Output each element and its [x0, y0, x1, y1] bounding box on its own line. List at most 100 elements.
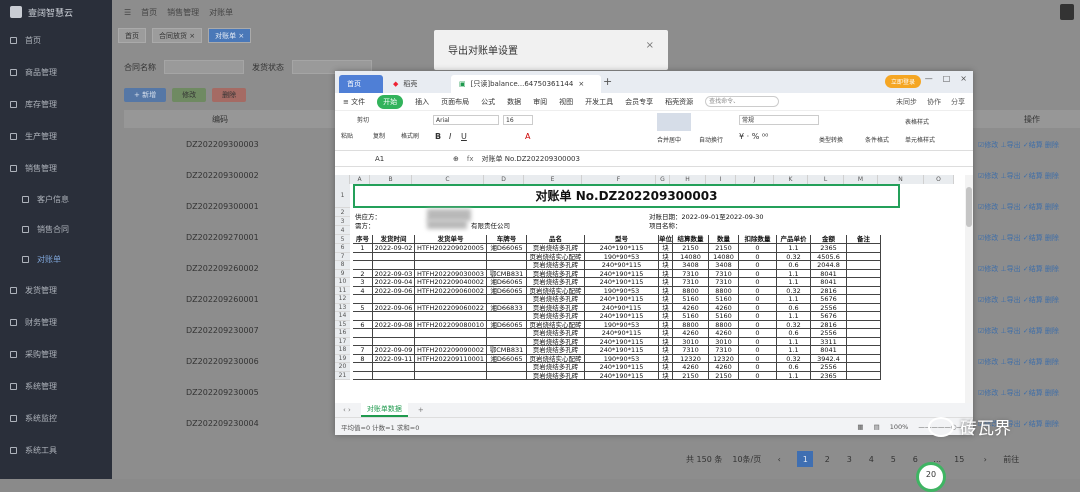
floating-badge[interactable]: 20 — [916, 462, 946, 492]
data-cell[interactable] — [847, 329, 881, 338]
data-cell[interactable] — [487, 312, 527, 321]
data-cell[interactable]: 页岩烧结多孔砖 — [527, 371, 585, 380]
data-cell[interactable]: 0.32 — [777, 252, 811, 261]
data-cell[interactable]: 页岩烧结多孔砖 — [527, 295, 585, 304]
sidebar-item-12[interactable]: 系统监控 — [0, 402, 112, 434]
currency-icon[interactable]: ¥ · % ⁰⁰ — [739, 132, 768, 141]
sidebar-item-4[interactable]: 销售管理 — [0, 152, 112, 184]
data-cell[interactable]: 0 — [739, 295, 777, 304]
row-header-1[interactable]: 1 — [335, 184, 350, 208]
minimize-icon[interactable]: — — [925, 74, 933, 83]
prev-page-button[interactable]: ‹ — [771, 451, 787, 467]
data-cell[interactable]: 1.1 — [777, 295, 811, 304]
row-actions[interactable]: ☑修改 ⊥导出 ✓结算 删除 — [978, 140, 1078, 171]
wps-menu-5[interactable]: 数据 — [507, 97, 521, 107]
sheet-nav-icon[interactable]: ‹ › — [343, 406, 351, 414]
data-cell[interactable]: 2044.8 — [811, 261, 847, 270]
page-15[interactable]: 15 — [951, 451, 967, 467]
font-color-icon[interactable]: A — [525, 132, 530, 141]
wps-menu-0[interactable]: ≡ 文件 — [343, 97, 365, 107]
wps-tab-docer[interactable]: ◆ 稻壳 — [385, 75, 447, 93]
data-cell[interactable] — [487, 261, 527, 270]
data-cell[interactable]: 2365 — [811, 244, 847, 253]
data-cell[interactable]: 240*190*115 — [585, 278, 659, 287]
select-all-corner[interactable] — [335, 175, 350, 184]
data-cell[interactable]: 240*190*115 — [585, 244, 659, 253]
add-sheet-icon[interactable]: + — [418, 406, 424, 414]
data-cell[interactable] — [487, 337, 527, 346]
data-cell[interactable] — [415, 363, 487, 372]
column-header-L[interactable]: L — [808, 175, 844, 184]
sidebar-item-1[interactable]: 商品管理 — [0, 56, 112, 88]
data-cell[interactable]: 8800 — [673, 286, 709, 295]
data-cell[interactable] — [847, 303, 881, 312]
wps-tab-home[interactable]: 首页 — [339, 75, 383, 93]
data-cell[interactable] — [847, 286, 881, 295]
data-cell[interactable]: 2556 — [811, 303, 847, 312]
data-cell[interactable] — [847, 295, 881, 304]
data-cell[interactable]: 0 — [739, 244, 777, 253]
data-cell[interactable]: 2022-09-06 — [373, 303, 415, 312]
data-cell[interactable] — [487, 252, 527, 261]
zoom-level[interactable]: 100% — [890, 423, 909, 431]
data-cell[interactable]: 7310 — [673, 346, 709, 355]
data-cell[interactable]: 240*190*115 — [585, 337, 659, 346]
close-icon[interactable]: × — [646, 40, 654, 51]
row-actions[interactable]: ☑修改 ⊥导出 ✓结算 删除 — [978, 233, 1078, 264]
data-cell[interactable]: 3408 — [673, 261, 709, 270]
data-cell[interactable]: 页岩烧结多孔砖 — [527, 346, 585, 355]
data-cell[interactable] — [847, 363, 881, 372]
data-cell[interactable]: 0 — [739, 278, 777, 287]
data-cell[interactable]: 240*190*115 — [585, 363, 659, 372]
data-cell[interactable]: 0 — [739, 320, 777, 329]
data-cell[interactable]: 1.1 — [777, 337, 811, 346]
data-cell[interactable]: 块 — [659, 312, 673, 321]
data-cell[interactable]: 5676 — [811, 312, 847, 321]
close-window-icon[interactable]: × — [960, 74, 967, 83]
cut-button[interactable]: 剪切 — [357, 115, 369, 124]
data-cell[interactable]: 8800 — [673, 320, 709, 329]
data-cell[interactable]: 190*90*53 — [585, 320, 659, 329]
conditional-format-button[interactable]: 条件格式 — [865, 135, 889, 144]
data-cell[interactable]: 240*90*115 — [585, 261, 659, 270]
row-header-9[interactable]: 9 — [335, 269, 350, 278]
wps-menu-1[interactable]: 开始 — [377, 94, 404, 109]
next-page-button[interactable]: › — [977, 451, 993, 467]
column-header-E[interactable]: E — [524, 175, 582, 184]
data-cell[interactable]: 0.32 — [777, 354, 811, 363]
data-cell[interactable] — [415, 261, 487, 270]
data-cell[interactable]: 页岩烧结多孔砖 — [527, 261, 585, 270]
wps-menu-right-2[interactable]: 分享 — [951, 97, 965, 107]
page-4[interactable]: 4 — [863, 451, 879, 467]
wps-menu-9[interactable]: 会员专享 — [625, 97, 653, 107]
data-cell[interactable]: 0.32 — [777, 286, 811, 295]
command-search-input[interactable]: 查找命令、 — [705, 96, 780, 107]
data-cell[interactable]: 12320 — [673, 354, 709, 363]
row-header-10[interactable]: 10 — [335, 278, 350, 287]
data-cell[interactable]: 湘D66065 — [487, 278, 527, 287]
data-cell[interactable]: 页岩烧结实心配砖 — [527, 320, 585, 329]
sidebar-item-13[interactable]: 系统工具 — [0, 434, 112, 466]
row-header-18[interactable]: 18 — [335, 346, 350, 355]
wps-tab-file[interactable]: ▣ [只读]balance...64750361144 × — [451, 75, 601, 93]
sidebar-item-11[interactable]: 系统管理 — [0, 370, 112, 402]
data-cell[interactable]: 240*190*115 — [585, 371, 659, 380]
data-cell[interactable]: HTFH202209090002 — [415, 346, 487, 355]
data-cell[interactable]: 湘D66065 — [487, 244, 527, 253]
column-header-A[interactable]: A — [350, 175, 370, 184]
merge-center-icon[interactable] — [657, 113, 691, 131]
data-cell[interactable] — [373, 295, 415, 304]
type-convert-button[interactable]: 类型转换 — [819, 135, 843, 144]
font-size-select[interactable]: 16 — [503, 115, 533, 125]
underline-button[interactable]: U — [461, 132, 467, 141]
data-cell[interactable]: 2556 — [811, 329, 847, 338]
data-cell[interactable]: 页岩烧结实心配砖 — [527, 286, 585, 295]
add-button[interactable]: + 新增 — [124, 88, 167, 102]
data-cell[interactable]: 3010 — [673, 337, 709, 346]
data-cell[interactable]: HTFH202209080010 — [415, 320, 487, 329]
data-cell[interactable]: 240*190*115 — [585, 295, 659, 304]
page-size-select[interactable]: 10条/页 — [732, 454, 761, 465]
row-header-17[interactable]: 17 — [335, 337, 350, 346]
column-header-F[interactable]: F — [582, 175, 656, 184]
row-actions[interactable]: ☑修改 ⊥导出 ✓结算 删除 — [978, 264, 1078, 295]
